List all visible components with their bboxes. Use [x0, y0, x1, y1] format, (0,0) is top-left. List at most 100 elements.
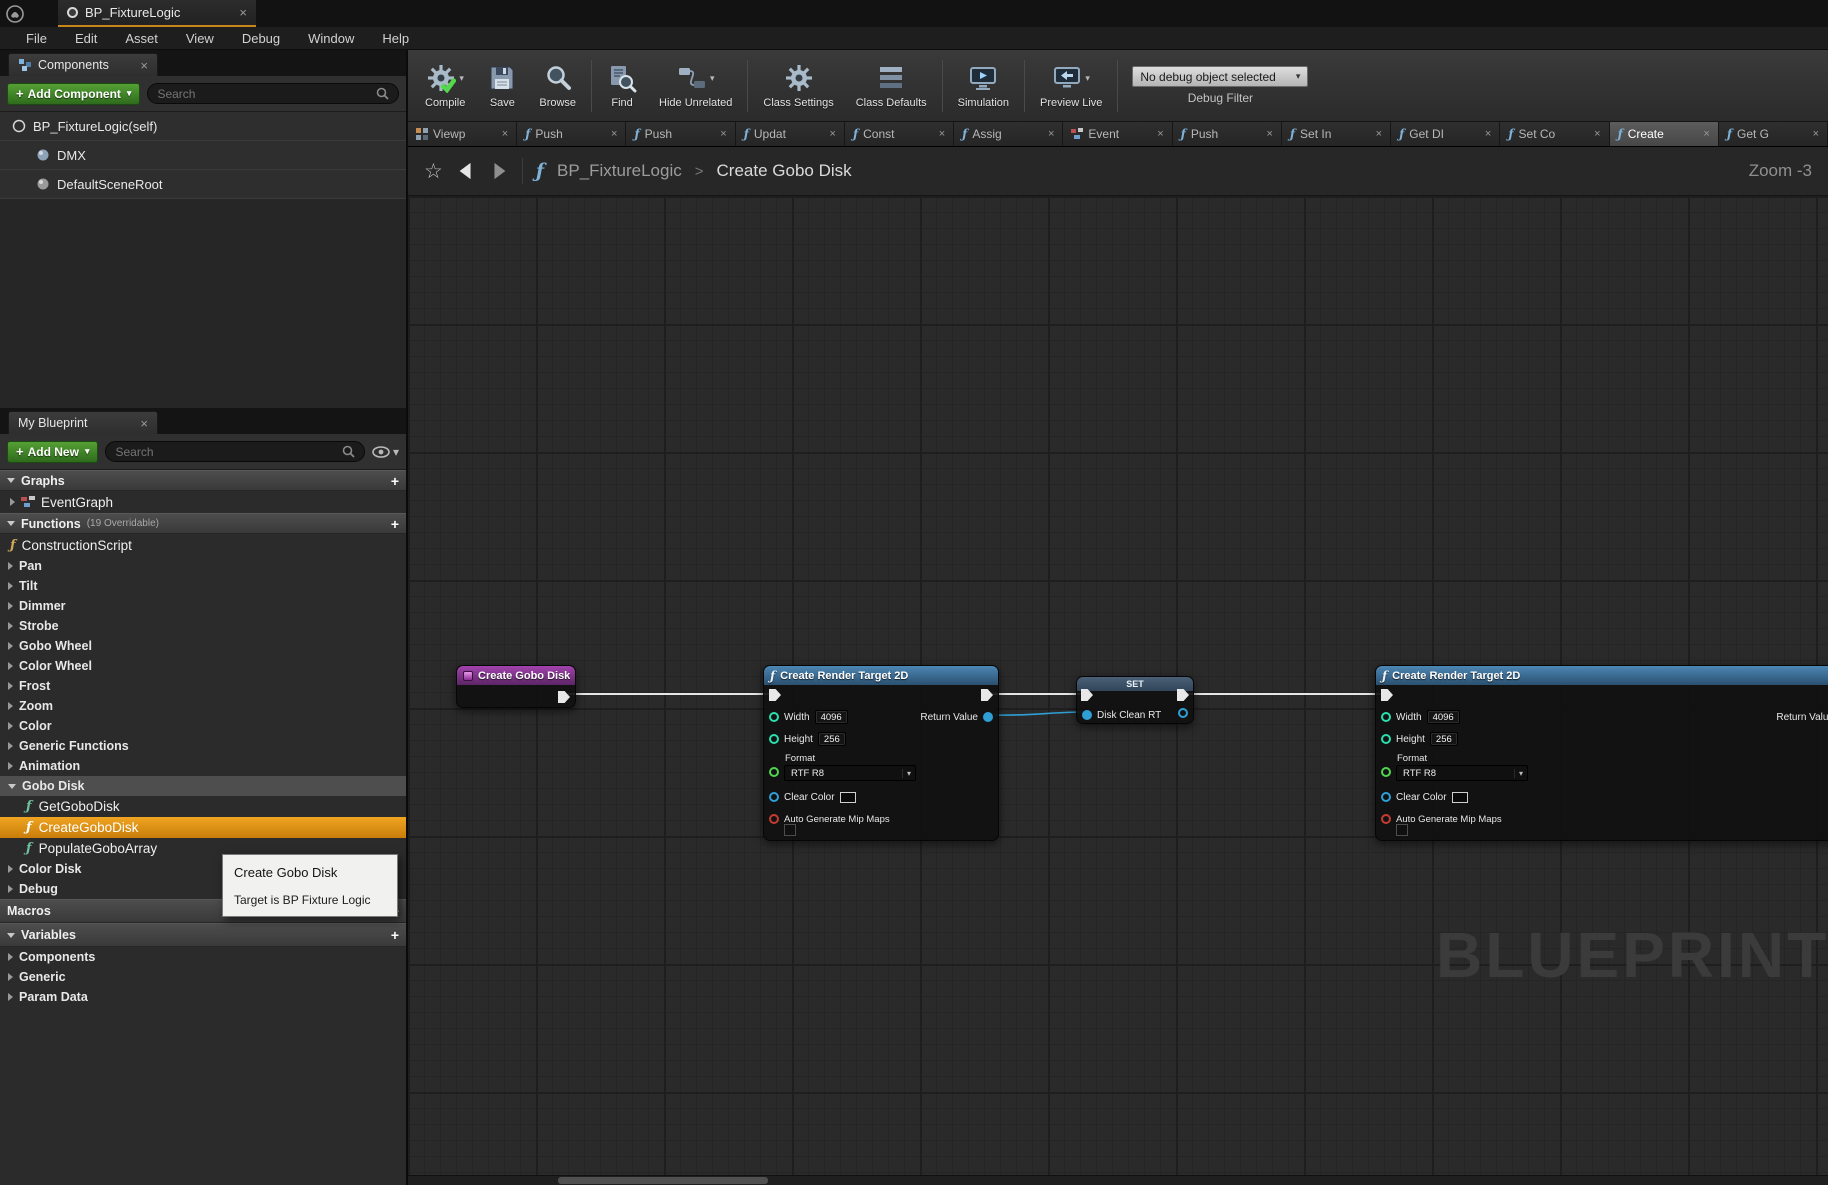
add-new-button[interactable]: + Add New ▾: [7, 441, 98, 463]
doc-tab-const[interactable]: ƒConst×: [845, 122, 954, 146]
category-generic-functions[interactable]: Generic Functions: [0, 736, 406, 756]
format-pin[interactable]: [1381, 767, 1391, 777]
node-create-gobo-disk-entry[interactable]: Create Gobo Disk: [456, 665, 576, 708]
constructionscript-item[interactable]: ƒ ConstructionScript: [0, 534, 406, 556]
close-icon[interactable]: ×: [1594, 128, 1600, 140]
mipmaps-checkbox[interactable]: [784, 824, 796, 836]
width-pin[interactable]: [769, 712, 779, 722]
hide-unrelated-button[interactable]: ▾ Hide Unrelated: [648, 50, 743, 121]
category-gobo-wheel[interactable]: Gobo Wheel: [0, 636, 406, 656]
find-button[interactable]: Find: [596, 50, 648, 121]
node-set-disk-clean-rt[interactable]: SET Disk Clean RT: [1076, 676, 1194, 724]
simulation-button[interactable]: Simulation: [947, 50, 1020, 121]
category-color[interactable]: Color: [0, 716, 406, 736]
height-pin[interactable]: [769, 734, 779, 744]
functions-section-header[interactable]: Functions (19 Overridable) +: [0, 513, 406, 534]
height-input[interactable]: 256: [1430, 732, 1458, 746]
expander-collapsed-icon[interactable]: [8, 702, 13, 710]
doc-tab-get-di[interactable]: ƒGet DI×: [1391, 122, 1500, 146]
close-icon[interactable]: ×: [239, 6, 247, 19]
asset-tab-bp-fixturelogic[interactable]: BP_FixtureLogic ×: [58, 0, 256, 27]
component-row-self[interactable]: BP_FixtureLogic(self): [0, 112, 406, 141]
expander-collapsed-icon[interactable]: [8, 622, 13, 630]
doc-tab-update[interactable]: ƒUpdat×: [736, 122, 845, 146]
expander-collapsed-icon[interactable]: [8, 742, 13, 750]
category-tilt[interactable]: Tilt: [0, 576, 406, 596]
debug-object-select[interactable]: No debug object selected ▾: [1132, 66, 1308, 87]
components-searchbox[interactable]: [147, 83, 399, 104]
clear-color-swatch[interactable]: [1452, 792, 1468, 803]
exec-out-pin[interactable]: [981, 689, 993, 701]
doc-tab-push-1[interactable]: ƒPush×: [517, 122, 626, 146]
doc-tab-event[interactable]: Event ×: [1063, 122, 1172, 146]
menu-window[interactable]: Window: [294, 31, 368, 46]
category-pan[interactable]: Pan: [0, 556, 406, 576]
expander-collapsed-icon[interactable]: [8, 682, 13, 690]
browse-button[interactable]: Browse: [528, 50, 587, 121]
expander-collapsed-icon[interactable]: [10, 498, 15, 506]
expander-collapsed-icon[interactable]: [8, 953, 13, 961]
exec-out-pin[interactable]: [558, 691, 570, 703]
doc-tab-get-g[interactable]: ƒGet G×: [1719, 122, 1828, 146]
components-tab[interactable]: Components ×: [8, 53, 158, 76]
compile-button[interactable]: ▾ Compile: [414, 50, 476, 121]
expander-collapsed-icon[interactable]: [8, 602, 13, 610]
close-icon[interactable]: ×: [1266, 128, 1272, 140]
menu-debug[interactable]: Debug: [228, 31, 294, 46]
disk-clean-rt-pin[interactable]: [1082, 710, 1092, 720]
blueprint-graph-canvas[interactable]: BLUEPRINT Create Gobo Disk ƒ Create: [408, 196, 1828, 1185]
category-color-wheel[interactable]: Color Wheel: [0, 656, 406, 676]
variables-section-header[interactable]: Variables +: [0, 923, 406, 947]
doc-tab-set-co[interactable]: ƒSet Co×: [1500, 122, 1609, 146]
category-gobo-disk[interactable]: Gobo Disk: [0, 776, 406, 796]
favorite-star-icon[interactable]: ☆: [424, 161, 443, 182]
clear-color-pin[interactable]: [769, 792, 779, 802]
close-icon[interactable]: ×: [611, 128, 617, 140]
doc-tab-push-3[interactable]: ƒPush×: [1173, 122, 1282, 146]
preview-live-button[interactable]: ▾ Preview Live: [1029, 50, 1113, 121]
expander-collapsed-icon[interactable]: [8, 885, 13, 893]
close-icon[interactable]: ×: [939, 128, 945, 140]
visibility-filter-button[interactable]: ▾: [372, 445, 399, 459]
node-create-render-target-2d-1[interactable]: ƒ Create Render Target 2D Width 4096 Ret…: [763, 665, 999, 841]
node-header[interactable]: Create Gobo Disk: [457, 666, 575, 685]
close-icon[interactable]: ×: [720, 128, 726, 140]
chevron-down-icon[interactable]: ▾: [459, 73, 464, 84]
menu-help[interactable]: Help: [368, 31, 423, 46]
clear-color-pin[interactable]: [1381, 792, 1391, 802]
menu-edit[interactable]: Edit: [61, 31, 111, 46]
expander-collapsed-icon[interactable]: [8, 662, 13, 670]
format-pin[interactable]: [769, 767, 779, 777]
expander-collapsed-icon[interactable]: [8, 993, 13, 1001]
close-icon[interactable]: ×: [830, 128, 836, 140]
menu-file[interactable]: File: [12, 31, 61, 46]
category-frost[interactable]: Frost: [0, 676, 406, 696]
expander-collapsed-icon[interactable]: [8, 865, 13, 873]
category-dimmer[interactable]: Dimmer: [0, 596, 406, 616]
component-row-dmx[interactable]: DMX: [0, 141, 406, 170]
eventgraph-item[interactable]: EventGraph: [0, 491, 406, 513]
menu-asset[interactable]: Asset: [111, 31, 172, 46]
graphs-section-header[interactable]: Graphs +: [0, 470, 406, 491]
class-settings-button[interactable]: Class Settings: [752, 50, 844, 121]
close-icon[interactable]: ×: [140, 417, 148, 430]
close-icon[interactable]: ×: [1157, 128, 1163, 140]
format-dropdown[interactable]: RTF R8 ▾: [1396, 765, 1528, 781]
category-animation[interactable]: Animation: [0, 756, 406, 776]
node-header[interactable]: ƒ Create Render Target 2D: [1376, 666, 1828, 685]
doc-tab-set-in[interactable]: ƒSet In×: [1282, 122, 1391, 146]
breadcrumb-current[interactable]: Create Gobo Disk: [717, 161, 852, 181]
forward-arrow-icon[interactable]: [489, 161, 509, 181]
category-zoom[interactable]: Zoom: [0, 696, 406, 716]
return-value-pin[interactable]: [983, 712, 993, 722]
close-icon[interactable]: ×: [502, 128, 508, 140]
breadcrumb-root[interactable]: BP_FixtureLogic: [557, 161, 682, 181]
width-input[interactable]: 4096: [815, 710, 848, 724]
mipmaps-pin[interactable]: [1381, 814, 1391, 824]
doc-tab-viewport[interactable]: Viewp ×: [408, 122, 517, 146]
variable-category-param-data[interactable]: Param Data: [0, 987, 406, 1007]
class-defaults-button[interactable]: Class Defaults: [845, 50, 938, 121]
add-component-button[interactable]: + Add Component ▾: [7, 83, 140, 105]
doc-tab-create-active[interactable]: ƒCreate×: [1610, 122, 1719, 146]
close-icon[interactable]: ×: [1703, 128, 1709, 140]
